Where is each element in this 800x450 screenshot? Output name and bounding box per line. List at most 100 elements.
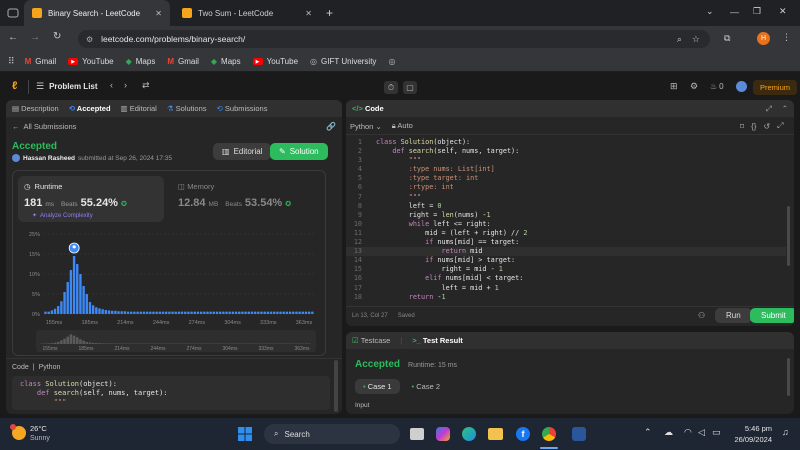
code-line[interactable]: 16 elif nums[mid] < target: (346, 274, 786, 283)
runtime-bar[interactable] (228, 311, 231, 314)
bookmark-maps-2[interactable]: ◆ Maps (211, 57, 241, 66)
runtime-bar[interactable] (285, 311, 289, 314)
runtime-bar[interactable] (79, 274, 82, 314)
next-problem-icon[interactable]: › (124, 80, 127, 90)
runtime-bar[interactable] (165, 311, 168, 314)
runtime-bar[interactable] (152, 311, 155, 314)
code-line[interactable]: 5 :type target: int (346, 174, 786, 183)
runtime-bar[interactable] (85, 294, 88, 314)
notes-icon[interactable]: ▢ (403, 81, 417, 94)
case-2-tab[interactable]: • Case 2 (408, 379, 445, 394)
tab-search-icon[interactable] (6, 7, 20, 19)
runtime-bar[interactable] (304, 311, 308, 314)
runtime-bar[interactable] (177, 311, 181, 314)
code-line[interactable]: 1 class Solution(object): (346, 138, 786, 147)
runtime-bar[interactable] (126, 311, 130, 314)
code-line[interactable]: 7 """ (346, 193, 786, 202)
runtime-bar[interactable] (234, 311, 238, 314)
analyze-complexity-link[interactable]: ✦ Analyze Complexity (32, 212, 93, 220)
post-solution-button[interactable]: ✎ Solution (270, 143, 328, 160)
runtime-bar[interactable] (247, 311, 250, 314)
weather-temp[interactable]: 26°C (30, 424, 47, 433)
maximize-icon[interactable]: ❐ (753, 6, 761, 17)
profile-avatar[interactable]: H (757, 32, 770, 45)
runtime-bar[interactable] (91, 305, 95, 314)
runtime-bar[interactable] (174, 311, 177, 314)
runtime-bar[interactable] (250, 311, 254, 314)
editor-scrollbar[interactable] (787, 206, 790, 266)
runtime-bar[interactable] (190, 311, 193, 314)
runtime-bar[interactable] (276, 311, 279, 314)
runtime-bar[interactable] (295, 311, 298, 314)
runtime-bar[interactable] (307, 311, 311, 314)
battery-icon[interactable]: ▭ (712, 427, 721, 438)
runtime-bar[interactable] (50, 310, 54, 314)
run-button[interactable]: Run (715, 308, 752, 323)
apps-grid-icon[interactable]: ⠿ (8, 56, 15, 67)
copilot-icon[interactable] (436, 427, 450, 441)
runtime-bar[interactable] (180, 311, 184, 314)
edge-icon[interactable] (462, 427, 476, 441)
runtime-bar[interactable] (117, 311, 120, 314)
runtime-bar[interactable] (111, 310, 114, 314)
code-line[interactable]: 18 return -1 (346, 293, 786, 302)
code-line[interactable]: 15 right = mid - 1 (346, 265, 786, 274)
code-line[interactable]: 10 while left <= right: (346, 220, 786, 229)
code-tab[interactable]: </> Code (352, 104, 384, 113)
runtime-bar[interactable] (282, 311, 285, 314)
tab-test-result[interactable]: >_ Test Result (412, 336, 463, 345)
tray-overflow-icon[interactable]: ⌃ (644, 427, 652, 438)
clock-time[interactable]: 5:46 pm (734, 424, 772, 433)
word-icon[interactable] (572, 427, 586, 441)
runtime-bar[interactable] (44, 311, 47, 314)
case-1-tab[interactable]: • Case 1 (355, 379, 400, 394)
memory-header[interactable]: ◫ Memory (178, 182, 214, 191)
coins-counter[interactable]: ♨ 0 (710, 82, 724, 91)
code-line[interactable]: 11 mid = (left + right) // 2 (346, 229, 786, 238)
runtime-bar[interactable] (222, 311, 225, 314)
back-icon[interactable]: ← (8, 32, 18, 43)
wifi-icon[interactable]: ◠ (684, 427, 692, 438)
browser-tab-two-sum[interactable]: Two Sum - LeetCode ✕ (174, 0, 320, 26)
runtime-bar[interactable] (171, 311, 174, 314)
fullscreen-icon[interactable]: ⤢ (777, 121, 783, 131)
runtime-bar[interactable] (82, 286, 85, 314)
reload-icon[interactable]: ↻ (53, 31, 61, 42)
runtime-bar[interactable] (184, 311, 187, 314)
task-view-icon[interactable] (410, 428, 424, 440)
runtime-bar[interactable] (311, 311, 314, 314)
weather-sun-icon[interactable] (10, 424, 26, 440)
browser-tab-binary-search[interactable]: Binary Search - LeetCode ✕ (24, 0, 170, 26)
runtime-bar[interactable] (95, 307, 98, 314)
runtime-bar[interactable] (253, 311, 257, 314)
leetcode-logo[interactable]: ℓ (12, 80, 17, 92)
close-window-icon[interactable]: ✕ (779, 6, 787, 17)
runtime-bar[interactable] (215, 311, 219, 314)
runtime-bar[interactable] (57, 306, 60, 314)
problem-list-button[interactable]: ☰ Problem List (36, 81, 98, 92)
code-line[interactable]: 6 :rtype: int (346, 183, 786, 192)
runtime-bar[interactable] (298, 311, 301, 314)
url-bar[interactable]: ⚙ leetcode.com/problems/binary-search/ ⌕… (78, 30, 710, 48)
volume-icon[interactable]: ◁ (698, 427, 705, 438)
reset-icon[interactable]: ↺ (763, 122, 770, 131)
runtime-bar[interactable] (155, 311, 158, 314)
bookmark-youtube-2[interactable]: ▶ YouTube (252, 57, 298, 66)
forward-icon[interactable]: → (30, 32, 40, 43)
all-submissions-link[interactable]: ← All Submissions (12, 122, 76, 131)
runtime-bar[interactable] (149, 311, 152, 314)
runtime-bar[interactable] (263, 311, 266, 314)
runtime-bar[interactable] (133, 311, 136, 314)
code-line[interactable]: 12 if nums[mid] == target: (346, 238, 786, 247)
runtime-bar[interactable] (101, 309, 104, 314)
runtime-bar[interactable] (136, 311, 139, 314)
tab-accepted[interactable]: ⟲ Accepted (69, 104, 111, 113)
premium-button[interactable]: Premium (753, 80, 798, 95)
runtime-bar[interactable] (288, 311, 292, 314)
file-explorer-icon[interactable] (488, 428, 503, 440)
runtime-bar[interactable] (203, 311, 206, 314)
braces-icon[interactable]: {} (751, 122, 756, 131)
code-editor-content[interactable]: 1 class Solution(object): 2 def search(sel… (346, 138, 786, 302)
tab-testcase[interactable]: ☑ Testcase (352, 336, 390, 345)
runtime-bar[interactable] (196, 311, 200, 314)
